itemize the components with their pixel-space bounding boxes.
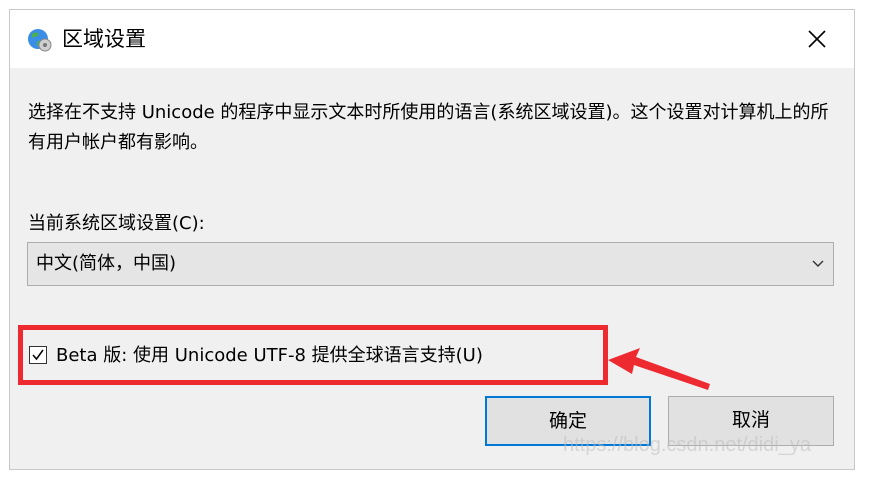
close-button[interactable] bbox=[794, 16, 840, 62]
watermark-text: https://blog.csdn.net/didi_ya bbox=[563, 434, 811, 456]
background-strip bbox=[9, 470, 855, 482]
locale-selected-value: 中文(简体，中国) bbox=[36, 253, 177, 274]
red-arrow-annotation bbox=[608, 348, 710, 390]
description-text: 选择在不支持 Unicode 的程序中显示文本时所使用的语言(系统区域设置)。这… bbox=[28, 102, 829, 153]
locale-select[interactable]: 中文(简体，中国) bbox=[27, 242, 834, 286]
region-settings-dialog: 区域设置 选择在不支持 Unicode 的程序中显示文本时所使用的语言(系统区域… bbox=[9, 9, 855, 470]
chevron-down-icon bbox=[812, 260, 824, 267]
utf8-checkbox-label: Beta 版: 使用 Unicode UTF-8 提供全球语言支持(U) bbox=[56, 345, 483, 366]
dialog-title: 区域设置 bbox=[62, 27, 146, 51]
current-locale-label: 当前系统区域设置(C): bbox=[28, 213, 205, 234]
globe-icon bbox=[28, 29, 52, 52]
utf8-checkbox[interactable] bbox=[29, 346, 47, 364]
title-bar: 区域设置 bbox=[10, 10, 854, 68]
checkmark-icon bbox=[32, 349, 44, 361]
close-icon bbox=[808, 30, 826, 48]
